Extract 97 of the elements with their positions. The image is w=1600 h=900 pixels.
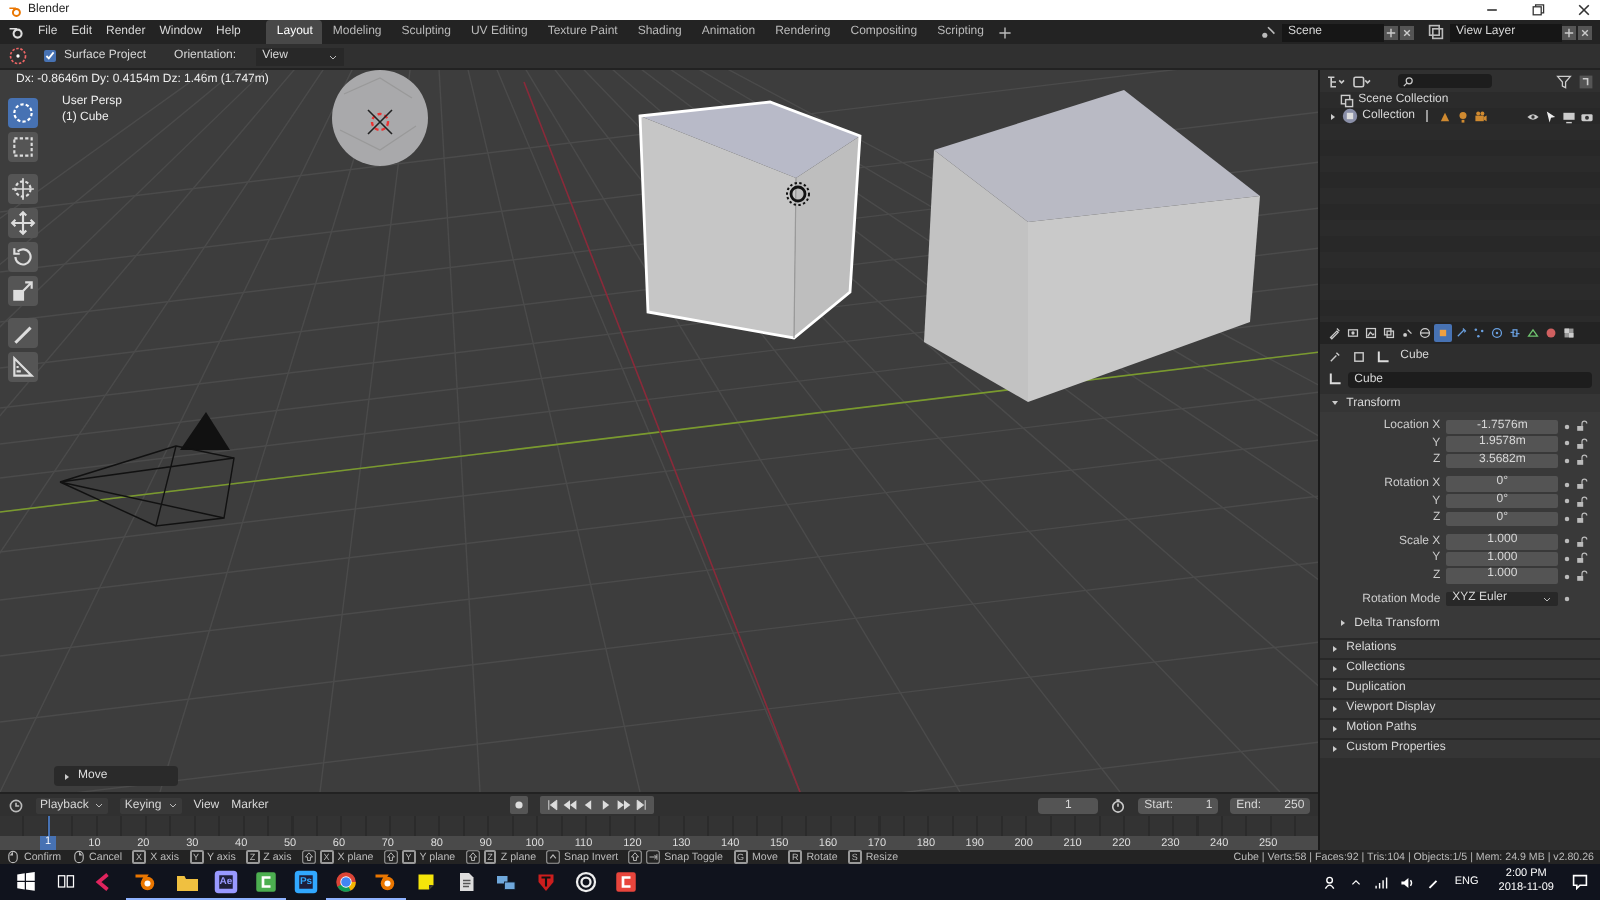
move-tool-icon[interactable]: [8, 208, 38, 238]
shift-key-icon: [628, 850, 643, 864]
axes-icon: [1376, 349, 1391, 363]
cube-drawing[interactable]: [638, 100, 862, 340]
object-tab-icon[interactable]: [1434, 324, 1453, 342]
search-icon: [1402, 75, 1415, 87]
mesh-icon[interactable]: [1437, 109, 1452, 123]
shift-key-icon: [383, 850, 398, 864]
lock-icon[interactable]: [1576, 437, 1589, 450]
keyframe-dot-icon[interactable]: [1564, 423, 1571, 430]
network-icon[interactable]: [1374, 875, 1389, 889]
3d-cursor-icon[interactable]: [367, 109, 393, 135]
monitor-icon[interactable]: [1562, 109, 1576, 123]
wrench-icon[interactable]: [1328, 349, 1343, 363]
tab-key-icon: [646, 850, 661, 864]
lock-icon[interactable]: [1576, 420, 1589, 433]
expand-arrow-icon[interactable]: [1328, 111, 1339, 121]
lock-icon[interactable]: [1576, 454, 1589, 467]
particles-tab-icon[interactable]: [1470, 324, 1489, 342]
lock-icon[interactable]: [1576, 512, 1589, 525]
select-circle-tool-icon[interactable]: [8, 98, 38, 128]
annotate-tool-icon[interactable]: [8, 318, 38, 348]
next-keyframe-icon[interactable]: [616, 796, 633, 814]
filter-icon[interactable]: [1556, 73, 1572, 89]
sphere-drawing[interactable]: [332, 70, 428, 166]
mouse-left-key-icon: [6, 850, 20, 864]
task-view-icon[interactable]: [56, 872, 76, 892]
lock-icon[interactable]: [1576, 478, 1589, 491]
constraint-tab-icon[interactable]: [1506, 324, 1525, 342]
pen-icon[interactable]: [1426, 875, 1441, 889]
add-icon[interactable]: [1562, 25, 1576, 39]
add-icon[interactable]: [997, 25, 1012, 39]
keyframe-dot-icon[interactable]: [1564, 440, 1571, 447]
scene-tab-icon[interactable]: [1398, 324, 1417, 342]
object-icon[interactable]: [1352, 349, 1367, 363]
filter-scene-icon[interactable]: [1352, 73, 1373, 89]
measure-tool-icon[interactable]: [8, 352, 38, 382]
layers-icon[interactable]: [1428, 24, 1444, 40]
notification-icon[interactable]: [1572, 874, 1588, 890]
chevron-up-icon[interactable]: [1350, 876, 1363, 888]
collection-icon: [1342, 108, 1359, 124]
material-tab-icon[interactable]: [1542, 324, 1561, 342]
sun-icon[interactable]: [786, 182, 810, 206]
search-field[interactable]: [1398, 74, 1493, 88]
modifier-tab-icon[interactable]: [1452, 324, 1471, 342]
keyframe-dot-icon[interactable]: [1564, 498, 1571, 505]
pointer-icon[interactable]: [1544, 109, 1558, 123]
shift-key-icon: [465, 850, 480, 864]
keyframe-dot-icon[interactable]: [1564, 555, 1571, 562]
keyframe-dot-icon[interactable]: [1564, 538, 1571, 545]
select-box-tool-icon[interactable]: [8, 132, 38, 162]
lock-icon[interactable]: [1576, 535, 1589, 548]
texture-tab-icon[interactable]: [1560, 324, 1579, 342]
app-logo-icon[interactable]: [8, 24, 24, 40]
keyframe-dot-icon[interactable]: [1564, 573, 1571, 580]
cursor-tool-icon[interactable]: [8, 174, 38, 204]
render-tab-icon[interactable]: [1344, 324, 1363, 342]
output-tab-icon[interactable]: [1362, 324, 1381, 342]
camera-icon[interactable]: [1473, 109, 1488, 123]
physics-tab-icon[interactable]: [1488, 324, 1507, 342]
restore-icon[interactable]: [1530, 2, 1546, 18]
keyframe-dot-icon[interactable]: [1564, 481, 1571, 488]
axes-icon[interactable]: [1328, 372, 1343, 386]
ctrl-key-icon: [546, 850, 561, 864]
record-icon[interactable]: [510, 796, 529, 814]
data-tab-icon[interactable]: [1524, 324, 1543, 342]
close-icon[interactable]: [1576, 2, 1592, 18]
world-tab-icon[interactable]: [1416, 324, 1435, 342]
lock-icon[interactable]: [1576, 552, 1589, 565]
select-circle-icon[interactable]: [8, 46, 28, 66]
mouse-right-key-icon: [71, 850, 86, 864]
lock-icon[interactable]: [1576, 570, 1589, 583]
shift-key-icon: [301, 850, 316, 864]
checkbox[interactable]: [44, 50, 56, 62]
new-collection-icon[interactable]: [1578, 73, 1594, 89]
eye-icon[interactable]: [1526, 109, 1540, 123]
rotate-tool-icon[interactable]: [8, 242, 38, 272]
light-icon[interactable]: [1455, 109, 1470, 123]
start-icon[interactable]: [16, 872, 36, 892]
camera-icon[interactable]: [1580, 109, 1594, 123]
previous-keyframe-icon[interactable]: [562, 796, 579, 814]
people-icon[interactable]: [1324, 875, 1339, 889]
app-logo-icon: [8, 3, 22, 17]
keyframe-dot-icon[interactable]: [1564, 515, 1571, 522]
keyframe-dot-icon[interactable]: [1564, 457, 1571, 464]
cube-drawing[interactable]: [924, 90, 1260, 402]
keyframe-dot-icon[interactable]: [1564, 596, 1571, 603]
clock-icon[interactable]: [8, 797, 24, 813]
stopwatch-icon[interactable]: [1110, 797, 1127, 813]
tool-tab-icon[interactable]: [1326, 324, 1345, 342]
display-mode-icon[interactable]: [1326, 73, 1347, 89]
scene-icon[interactable]: [1260, 24, 1276, 40]
volume-icon[interactable]: [1400, 875, 1415, 889]
layers-tab-icon[interactable]: [1380, 324, 1399, 342]
lock-icon[interactable]: [1576, 495, 1589, 508]
scale-tool-icon[interactable]: [8, 276, 38, 306]
add-icon[interactable]: [1384, 25, 1398, 39]
